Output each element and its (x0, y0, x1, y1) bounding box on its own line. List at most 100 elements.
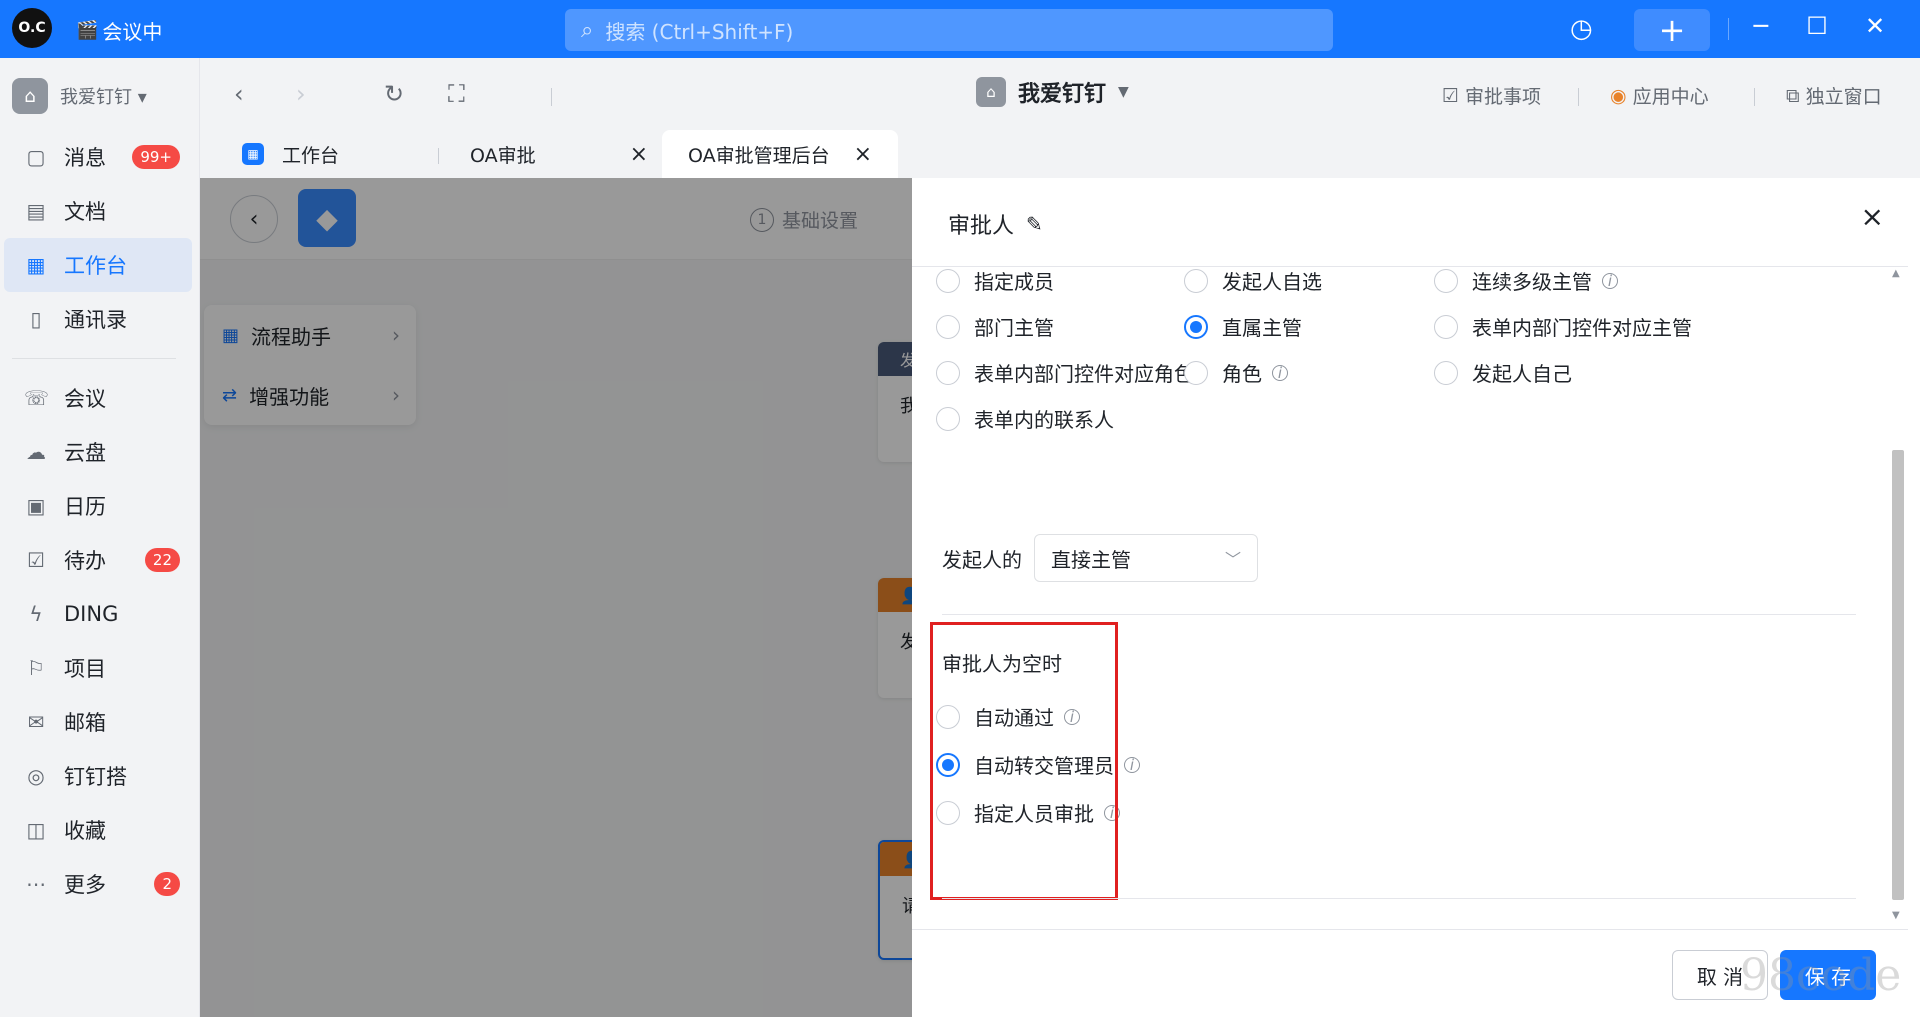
sidebar-item[interactable]: ✉ 邮箱 (4, 695, 192, 749)
scroll-down-icon[interactable]: ▼ (1892, 910, 1900, 921)
tab-label: OA审批管理后台 (688, 144, 830, 167)
approver-type-option[interactable]: 表单内部门控件对应主管 (1434, 312, 1692, 341)
workspace-switcher[interactable]: ⌂ 我爱钉钉 ▼ (976, 76, 1129, 108)
chevron-down-icon: ﹀ (1224, 550, 1241, 569)
radio-button[interactable] (936, 360, 960, 385)
scroll-up-icon[interactable]: ▲ (1892, 268, 1900, 279)
message-icon: ▢ (26, 145, 46, 169)
close-icon[interactable]: × (854, 142, 872, 167)
tab-oa-approval[interactable]: OA审批 × (470, 130, 648, 178)
sidebar-item[interactable]: ▤ 文档 (4, 184, 192, 238)
approver-type-option[interactable]: 表单内的联系人 (936, 404, 1114, 433)
sidebar-item[interactable]: ☑ 待办 22 (4, 533, 192, 587)
standalone-window-label: 独立窗口 (1805, 86, 1882, 108)
radio-button[interactable] (1184, 360, 1208, 385)
window-close-button[interactable]: ✕ (1858, 12, 1892, 40)
forward-icon[interactable]: › (296, 80, 306, 108)
approval-items-link[interactable]: ☑ 审批事项 (1442, 82, 1541, 109)
info-icon[interactable]: i (1124, 756, 1140, 774)
tab-label: 工作台 (282, 144, 340, 167)
unread-badge: 22 (144, 548, 180, 572)
contacts-icon: ▯ (30, 307, 42, 331)
sidebar-item-label: 云盘 (64, 441, 106, 465)
sidebar-nav: ▢ 消息 99+ ▤ 文档 ▦ 工作台 ▯ 通讯录 ☏ 会议 ☁ 云盘 ▣ 日历 ☑ 待办 22 ϟ DING ⚐ 项目 ✉… (0, 130, 200, 911)
sidebar-item[interactable]: ☏ 会议 (4, 371, 192, 425)
maximize-button[interactable]: ☐ (1800, 12, 1834, 40)
approver-type-option[interactable]: 直属主管 (1184, 312, 1302, 341)
approver-type-option[interactable]: 指定成员 (936, 266, 1054, 295)
option-label: 角色 (1222, 362, 1262, 386)
back-icon[interactable]: ‹ (234, 80, 244, 108)
radio-button[interactable] (1184, 268, 1208, 293)
history-icon[interactable]: ◷ (1570, 14, 1593, 44)
close-icon[interactable]: × (630, 142, 648, 167)
tab-workbench[interactable]: ▦ 工作台 (242, 130, 339, 178)
app-logo[interactable]: O.C (12, 8, 52, 48)
option-label: 表单内部门控件对应角色 (974, 362, 1194, 386)
drawer-divider (912, 266, 1908, 267)
sidebar-item[interactable]: ▢ 消息 99+ (4, 130, 192, 184)
sidebar-item[interactable]: ◎ 钉钉搭 (4, 749, 192, 803)
more-icon: ⋯ (26, 872, 46, 896)
header-divider (1578, 88, 1579, 106)
tab-oa-admin[interactable]: OA审批管理后台 × (662, 130, 899, 178)
approver-type-option[interactable]: 发起人自己 (1434, 358, 1572, 387)
drawer-close-button[interactable]: × (1861, 200, 1884, 233)
sidebar-item[interactable]: ▦ 工作台 (4, 238, 192, 292)
radio-button[interactable] (1434, 360, 1458, 385)
sidebar-item[interactable]: ▣ 日历 (4, 479, 192, 533)
edit-icon[interactable]: ✎ (1026, 212, 1043, 236)
sidebar-item-label: DING (64, 602, 119, 626)
tab-divider (438, 148, 439, 164)
info-icon[interactable]: i (1602, 272, 1618, 290)
add-button[interactable]: + (1634, 9, 1710, 51)
sidebar-item[interactable]: ◫ 收藏 (4, 803, 192, 857)
sidebar-item[interactable]: ☁ 云盘 (4, 425, 192, 479)
select-value: 直接主管 (1051, 547, 1131, 572)
standalone-window-link[interactable]: ⧉ 独立窗口 (1786, 82, 1882, 109)
section-divider (942, 898, 1856, 899)
radio-button[interactable] (1434, 268, 1458, 293)
approver-type-option[interactable]: 表单内部门控件对应角色 (936, 358, 1194, 387)
radio-button[interactable] (1434, 314, 1458, 339)
calendar-icon: ▣ (26, 494, 46, 518)
approver-drawer: 审批人 ✎ × 指定成员 发起人自选 连续多级主管 i 部门主管 直属主管 表单内部门控件对… (912, 178, 1908, 1017)
option-label: 表单内的联系人 (974, 408, 1114, 432)
sidebar-item-label: 日历 (64, 495, 106, 519)
browser-header: ‹ › ↻ ⛶ ⌂ 我爱钉钉 ▼ ☑ 审批事项 ◉ 应用中心 ⧉ 独立窗口 ▦ … (200, 58, 1920, 178)
approver-type-option[interactable]: 连续多级主管 i (1434, 266, 1618, 295)
sidebar-item[interactable]: ⋯ 更多 2 (4, 857, 192, 911)
radio-button[interactable] (936, 406, 960, 431)
approver-type-option[interactable]: 发起人自选 (1184, 266, 1322, 295)
modal-overlay[interactable] (200, 178, 912, 1017)
sidebar-item-label: 邮箱 (64, 711, 106, 735)
drawer-scrollbar[interactable] (1892, 450, 1904, 900)
workbench-tab-icon: ▦ (242, 143, 264, 165)
sidebar-item-label: 更多 (64, 873, 106, 897)
sidebar-item-label: 会议 (64, 387, 106, 411)
radio-button[interactable] (1184, 314, 1208, 339)
app-center-link[interactable]: ◉ 应用中心 (1610, 82, 1709, 109)
sidebar-item[interactable]: ⚐ 项目 (4, 641, 192, 695)
radio-button[interactable] (936, 314, 960, 339)
minimize-button[interactable]: ─ (1744, 12, 1778, 40)
option-label: 指定成员 (974, 270, 1054, 294)
org-switcher[interactable]: ⌂ 我爱钉钉 ▾ (12, 78, 147, 114)
unread-badge: 99+ (132, 145, 180, 169)
initiator-level-select[interactable]: 直接主管 ﹀ (1034, 534, 1258, 582)
radio-button[interactable] (936, 268, 960, 293)
workspace-icon: ⌂ (976, 77, 1006, 107)
approver-type-option[interactable]: 角色 i (1184, 358, 1288, 387)
global-search-input[interactable]: ⌕ 搜索 (Ctrl+Shift+F) (565, 9, 1333, 51)
sidebar-item-label: 收藏 (64, 819, 106, 843)
highlight-box (930, 622, 1118, 900)
section-divider (942, 614, 1856, 615)
info-icon[interactable]: i (1272, 364, 1288, 382)
sidebar-item[interactable]: ▯ 通讯录 (4, 292, 192, 346)
sidebar-item[interactable]: ϟ DING (4, 587, 192, 641)
builder-icon: ◎ (27, 764, 45, 788)
meeting-status[interactable]: 🎬 会议中 (76, 16, 162, 45)
approver-type-option[interactable]: 部门主管 (936, 312, 1054, 341)
refresh-icon[interactable]: ↻ (384, 80, 404, 108)
fullscreen-icon[interactable]: ⛶ (448, 80, 465, 108)
